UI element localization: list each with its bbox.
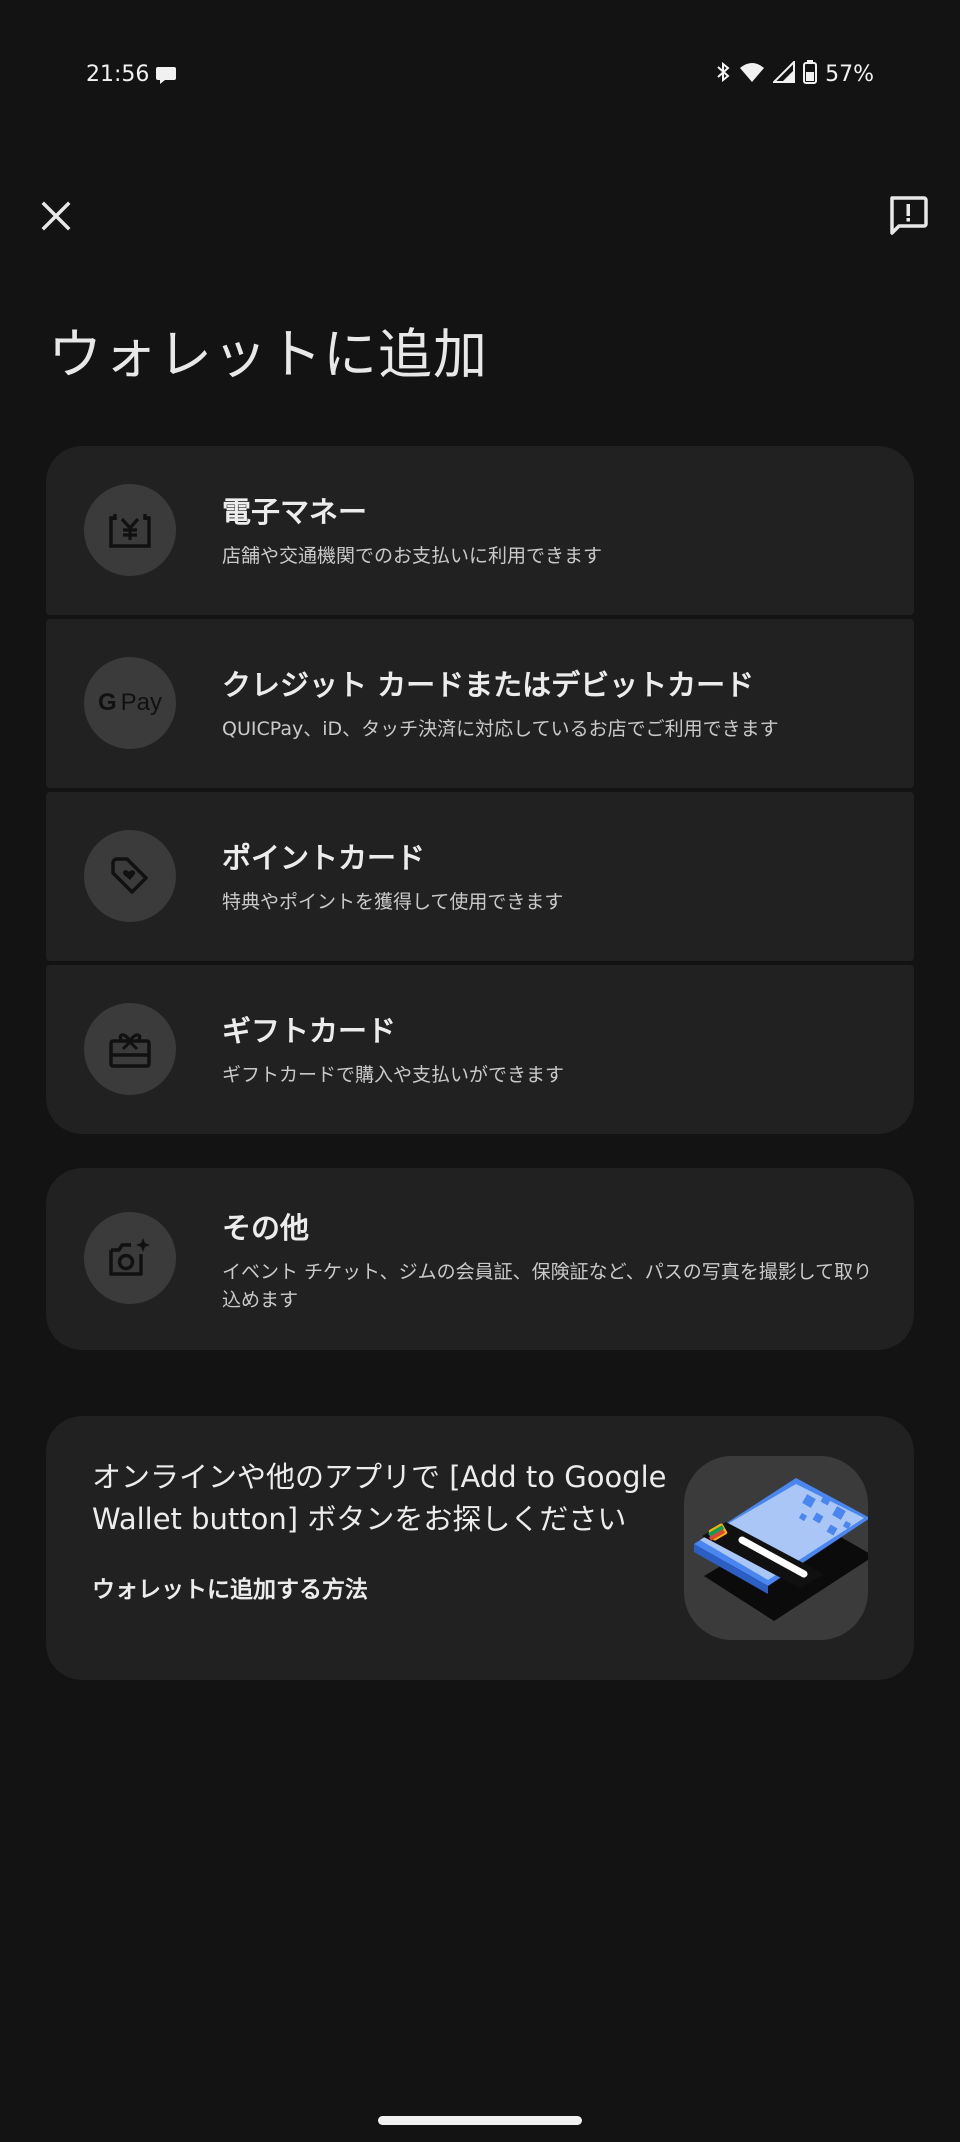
- battery-percentage: 57%: [825, 61, 874, 87]
- option-description: 特典やポイントを獲得して使用できます: [222, 891, 564, 913]
- loyalty-tag-icon: [84, 830, 176, 922]
- option-title: ギフトカード: [222, 1014, 397, 1048]
- option-title: クレジット カードまたはデビットカード: [222, 668, 755, 702]
- battery-icon: [803, 60, 818, 88]
- option-description: 店舗や交通機関でのお支払いに利用できます: [222, 545, 603, 567]
- option-other[interactable]: その他 イベント チケット、ジムの会員証、保険証など、パスの写真を撮影して取り込…: [46, 1168, 914, 1350]
- option-title: ポイントカード: [222, 841, 426, 875]
- option-description: ギフトカードで購入や支払いができます: [222, 1064, 565, 1086]
- add-to-wallet-promo-card: オンラインや他のアプリで [Add to Google Wallet butto…: [46, 1416, 914, 1680]
- signal-icon: [771, 59, 796, 87]
- gpay-g-letter: G: [97, 689, 117, 716]
- gesture-navigation-bar[interactable]: [378, 2116, 582, 2125]
- promo-title: オンラインや他のアプリで [Add to Google Wallet butto…: [92, 1460, 667, 1536]
- bluetooth-icon: [715, 60, 731, 88]
- option-gift-card[interactable]: ギフトカード ギフトカードで購入や支払いができます: [46, 965, 914, 1134]
- yen-card-icon: [84, 484, 176, 576]
- feedback-icon: [890, 196, 928, 235]
- option-description: QUICPay、iD、タッチ決済に対応しているお店でご利用できます: [222, 718, 779, 740]
- close-button[interactable]: [30, 190, 82, 242]
- wallet-pass-illustration: [684, 1456, 868, 1640]
- option-description: イベント チケット、ジムの会員証、保険証など、パスの写真を撮影して取り込めます: [222, 1261, 873, 1311]
- option-e-money[interactable]: 電子マネー 店舗や交通機関でのお支払いに利用できます: [46, 446, 914, 615]
- wifi-icon: [739, 61, 765, 87]
- status-bar: 21:56 57%: [0, 56, 960, 96]
- wallet-option-list: 電子マネー 店舗や交通機関でのお支払いに利用できます G Pay クレジット カ…: [46, 446, 914, 1134]
- option-title: その他: [222, 1211, 310, 1245]
- status-icons: 57%: [715, 59, 874, 88]
- feedback-button[interactable]: [880, 188, 936, 244]
- camera-sparkle-icon: [84, 1212, 176, 1304]
- wallet-other-list: その他 イベント チケット、ジムの会員証、保険証など、パスの写真を撮影して取り込…: [46, 1168, 914, 1350]
- option-title: 電子マネー: [222, 495, 368, 529]
- option-loyalty-card[interactable]: ポイントカード 特典やポイントを獲得して使用できます: [46, 792, 914, 961]
- gpay-icon: G Pay: [84, 657, 176, 749]
- option-credit-debit-card[interactable]: G Pay クレジット カードまたはデビットカード QUICPay、iD、タッチ…: [46, 619, 914, 788]
- add-to-wallet-screen: 21:56 57% ウォレットに追加 電子マネー 店舗や交通機関でのお支払いに利…: [0, 0, 960, 2142]
- gpay-label: Pay: [120, 689, 163, 716]
- gift-card-icon: [84, 1003, 176, 1095]
- how-to-add-link[interactable]: ウォレットに追加する方法: [92, 1570, 368, 1604]
- close-icon: [41, 201, 71, 231]
- chat-notification-icon: [155, 64, 177, 90]
- page-title: ウォレットに追加: [48, 323, 488, 386]
- status-time: 21:56: [86, 62, 150, 87]
